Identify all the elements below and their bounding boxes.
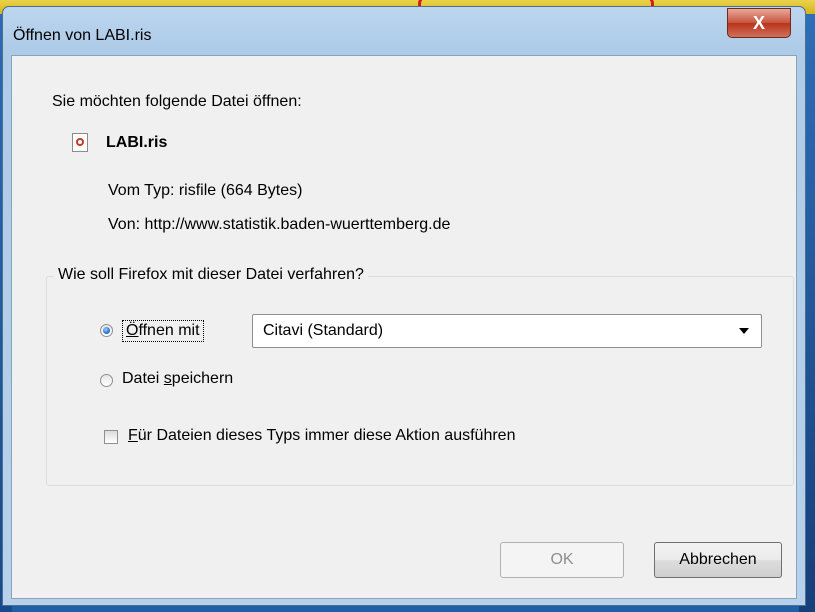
save-file-label[interactable]: Datei speichern [122,370,233,388]
open-with-label[interactable]: Öffnen mit [122,320,204,342]
file-source: Von: http://www.statistik.baden-wuerttem… [108,216,451,233]
application-select-value: Citavi (Standard) [263,322,384,339]
open-with-radio[interactable] [100,324,113,337]
save-file-radio[interactable] [100,374,113,387]
chevron-down-icon[interactable] [739,328,749,334]
always-do-label[interactable]: Für Dateien dieses Typs immer diese Akti… [128,427,515,445]
ok-button[interactable]: OK [500,542,624,578]
action-group-legend: Wie soll Firefox mit dieser Datei verfah… [54,266,368,284]
open-with-text: ffnen mit [138,322,200,339]
dialog-title: Öffnen von LABI.ris [13,27,152,44]
cancel-button[interactable]: Abbrechen [654,542,782,578]
close-icon: X [752,13,765,33]
file-type: Vom Typ: risfile (664 Bytes) [108,182,303,199]
dialog-body: Sie möchten folgende Datei öffnen: LABI.… [11,55,797,599]
application-select[interactable]: Citavi (Standard) [252,314,762,348]
close-button[interactable]: X [727,8,791,38]
open-with-accel: Ö [126,322,139,339]
file-name: LABI.ris [106,134,168,151]
ris-file-icon [72,133,88,152]
always-do-text: ür Dateien dieses Typs immer diese Aktio… [137,427,516,444]
save-file-text-post: peichern [171,370,234,387]
prompt-text: Sie möchten folgende Datei öffnen: [52,93,302,110]
download-dialog: Öffnen von LABI.ris X Sie möchten folgen… [2,6,806,606]
save-file-text-pre: Datei [122,370,164,387]
save-file-accel: s [163,370,172,387]
always-do-checkbox[interactable] [104,430,118,444]
always-do-accel: F [128,427,138,444]
